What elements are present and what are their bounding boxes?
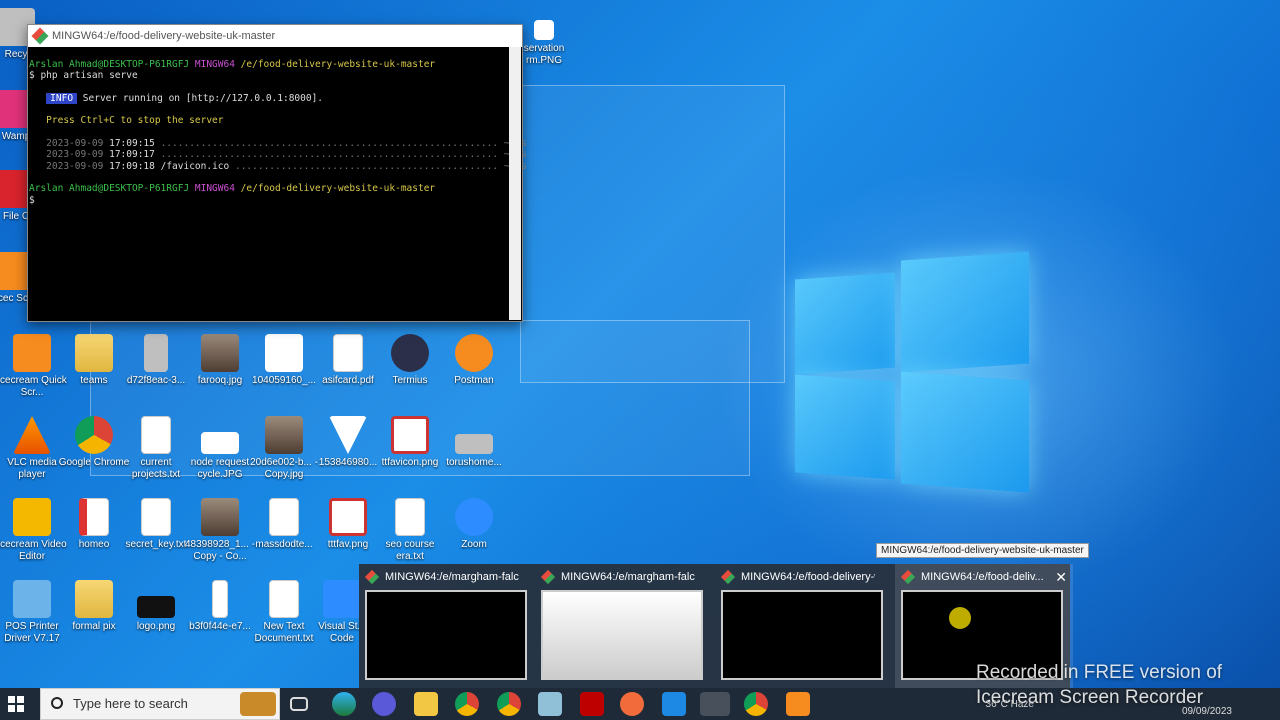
thumbnail-window-2[interactable]: MINGW64:/e/margham-falcon-...	[535, 564, 713, 688]
vscode-icon	[323, 580, 361, 618]
text-file-icon	[141, 498, 171, 536]
desktop-icon-104[interactable]: 104059160_...	[248, 334, 320, 387]
thumbnail-preview	[541, 590, 703, 680]
camera-icon	[13, 334, 51, 372]
git-bash-icon	[720, 569, 736, 585]
git-bash-taskbar-icon[interactable]	[700, 692, 730, 716]
image-file-icon	[329, 416, 367, 454]
image-file-icon	[144, 334, 168, 372]
filezilla-icon[interactable]	[580, 692, 604, 716]
printer-icon	[13, 580, 51, 618]
thumbnail-preview	[365, 590, 527, 680]
postman-icon	[455, 334, 493, 372]
desktop-icon-termius[interactable]: Termius	[374, 334, 446, 387]
task-view-icon[interactable]	[290, 697, 308, 711]
desktop-icon-node-request[interactable]: node request cycle.JPG	[184, 416, 256, 481]
desktop-icon-4839[interactable]: 48398928_1... - Copy - Co...	[184, 498, 256, 563]
desktop-icon-massdod[interactable]: massdodte...	[248, 498, 320, 551]
desktop-icon-farooq[interactable]: farooq.jpg	[184, 334, 256, 387]
windows-logo-wallpaper	[795, 251, 1030, 493]
app-icon[interactable]	[538, 692, 562, 716]
thumbnail-preview	[721, 590, 883, 680]
document-icon	[79, 498, 109, 536]
git-bash-icon	[540, 569, 556, 585]
document-icon	[269, 498, 299, 536]
git-bash-icon	[364, 569, 380, 585]
thumbnail-window-1[interactable]: MINGW64:/e/margham-falcon-...	[359, 564, 537, 688]
git-bash-icon	[31, 27, 49, 45]
desktop-icon-logo[interactable]: logo.png	[120, 580, 192, 633]
recorder-watermark: Recorded in FREE version of Icecream Scr…	[976, 662, 1223, 708]
zoom-icon	[455, 498, 493, 536]
desktop-icon-torus[interactable]: torushome...	[438, 416, 510, 469]
chrome-taskbar-icon[interactable]	[455, 692, 479, 716]
file-icon	[212, 580, 228, 618]
desktop-icon-secret[interactable]: secret_key.txt	[120, 498, 192, 551]
edge-icon[interactable]	[332, 692, 356, 716]
desktop-icon-zoom[interactable]: Zoom	[438, 498, 510, 551]
folder-icon	[75, 334, 113, 372]
chrome-icon	[75, 416, 113, 454]
news-icon[interactable]	[240, 692, 276, 716]
image-file-icon	[201, 432, 239, 454]
text-file-icon	[269, 580, 299, 618]
git-bash-icon	[900, 569, 916, 585]
desktop-icon-b3f[interactable]: b3f0f44e-e7...	[184, 580, 256, 633]
postman-taskbar-icon[interactable]	[620, 692, 644, 716]
close-icon[interactable]: ✕	[1055, 569, 1067, 586]
pdf-icon	[333, 334, 363, 372]
photo-icon	[265, 416, 303, 454]
mouse-cursor-highlight	[949, 607, 971, 629]
file-explorer-icon[interactable]	[414, 692, 438, 716]
desktop-icon-seo[interactable]: seo course era.txt	[374, 498, 446, 563]
vlc-icon	[13, 416, 51, 454]
start-button[interactable]	[8, 696, 24, 712]
copilot-icon[interactable]	[372, 692, 396, 716]
search-icon	[51, 697, 63, 709]
desktop-icon-ttfavicon[interactable]: ttfavicon.png	[374, 416, 446, 469]
icecream-taskbar-icon[interactable]	[786, 692, 810, 716]
thumbnail-window-3[interactable]: MINGW64:/e/food-delivery-we...	[715, 564, 893, 688]
terminal-titlebar[interactable]: MINGW64:/e/food-delivery-website-uk-mast…	[28, 25, 522, 47]
terminal-scrollbar[interactable]	[509, 47, 521, 320]
ttt-logo-icon	[391, 416, 429, 454]
termius-icon	[391, 334, 429, 372]
terminal-window[interactable]: MINGW64:/e/food-delivery-website-uk-mast…	[27, 24, 527, 322]
taskbar-tooltip: MINGW64:/e/food-delivery-website-uk-mast…	[876, 543, 1089, 558]
photo-icon	[201, 498, 239, 536]
image-file-icon	[534, 20, 554, 40]
desktop-icon-20d6[interactable]: 20d6e002-b... - Copy.jpg	[248, 416, 320, 481]
chrome-taskbar-icon-2[interactable]	[744, 692, 768, 716]
image-file-icon	[455, 434, 493, 454]
image-file-icon	[137, 596, 175, 618]
desktop-icon-d72[interactable]: d72f8eac-3...	[120, 334, 192, 387]
info-badge: INFO	[46, 92, 78, 104]
desktop-icon-postman[interactable]: Postman	[438, 334, 510, 387]
photo-icon	[201, 334, 239, 372]
vscode-taskbar-icon[interactable]	[662, 692, 686, 716]
text-file-icon	[395, 498, 425, 536]
play-icon	[13, 498, 51, 536]
ttt-logo-icon	[329, 498, 367, 536]
image-file-icon	[265, 334, 303, 372]
chrome-profile-icon[interactable]	[497, 692, 521, 716]
terminal-output[interactable]: Arslan Ahmad@DESKTOP-P61RGFJ MINGW64 /e/…	[28, 47, 527, 206]
desktop-icon-current[interactable]: current projects.txt	[120, 416, 192, 481]
folder-icon	[75, 580, 113, 618]
text-file-icon	[141, 416, 171, 454]
